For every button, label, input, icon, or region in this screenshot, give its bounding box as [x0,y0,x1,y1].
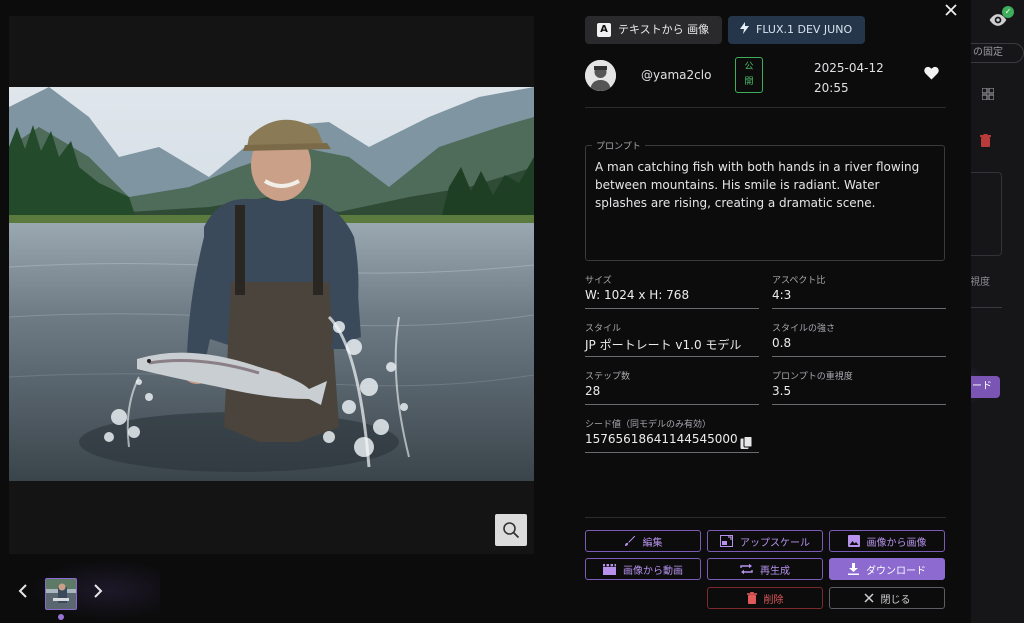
trash-icon [746,592,757,604]
magnifier-icon [503,522,520,539]
model-chip: FLUX.1 DEV JUNO [728,16,865,44]
close-icon [863,593,874,603]
prompt-text: A man catching fish with both hands in a… [595,160,920,210]
regenerate-label: 再生成 [760,565,790,577]
background-field-label: 視度 [970,277,990,288]
edit-label: 編集 [642,537,663,549]
divider [585,107,946,108]
divider [585,517,946,518]
repeat-icon [740,563,753,575]
regenerate-button[interactable]: 再生成 [707,558,823,580]
delete-label: 削除 [763,594,784,606]
check-icon: ✓ [1002,6,1014,18]
guidance-field: プロンプトの重視度 3.5 [772,369,946,405]
edit-button[interactable]: 編集 [585,530,701,552]
bolt-icon [740,16,749,44]
chevron-right-icon [94,584,103,598]
guidance-label: プロンプトの重視度 [772,372,853,382]
size-field: サイズ W: 1024 x H: 768 [585,273,759,309]
steps-field: ステップ数 28 [585,369,759,405]
delete-button[interactable]: 削除 [707,587,823,609]
style-value: JP ポートレート v1.0 モデル [585,338,742,352]
thumb-indicator [58,614,64,620]
size-value: W: 1024 x H: 768 [585,288,690,302]
style-label: スタイル [585,324,622,334]
image-to-image-label: 画像から画像 [866,537,927,549]
pin-toggle[interactable]: の固定 [962,43,1024,63]
image-to-video-button[interactable]: 画像から動画 [585,558,701,580]
image-to-image-button[interactable]: 画像から画像 [829,530,945,552]
steps-label: ステップ数 [585,372,631,382]
brush-icon [624,535,635,546]
grid-icon[interactable] [981,87,995,104]
style-strength-field: スタイルの強さ 0.8 [772,321,946,357]
trash-icon[interactable] [980,134,991,151]
avatar[interactable] [585,60,616,91]
created-date: 2025-04-12 20:55 [814,61,884,95]
download-button[interactable]: ダウンロード [829,558,945,580]
steps-value: 28 [585,384,601,398]
visibility-badge: 公 開 [735,57,763,93]
background-button[interactable]: ード [966,376,1000,398]
zoom-button[interactable] [495,514,527,546]
style-strength-value: 0.8 [772,336,792,350]
style-field: スタイル JP ポートレート v1.0 モデル [585,321,759,357]
seed-field: シード値（同モデルのみ有効） 15765618641144545000 [585,417,759,453]
chevron-left-icon [18,584,27,598]
image-viewer [9,16,534,554]
image-detail-modal: A テキストから 画像 FLUX.1 DEV JUNO @yama2clo 公 … [0,0,971,623]
download-icon [848,563,859,575]
style-strength-label: スタイルの強さ [772,324,836,334]
prev-image-button[interactable] [15,583,31,605]
seed-label: シード値（同モデルのみ有効） [585,420,712,430]
visibility-eye-icon[interactable]: ✓ [988,6,1014,32]
upscale-button[interactable]: アップスケール [707,530,823,552]
generated-image [9,87,534,481]
image-thumbnail[interactable] [45,578,77,610]
aspect-ratio-field: アスペクト比 4:3 [772,273,946,309]
size-label: サイズ [585,276,612,286]
seed-value: 15765618641144545000 [585,432,738,446]
guidance-value: 3.5 [772,384,792,398]
divider [968,307,1002,308]
aspect-ratio-label: アスペクト比 [772,276,826,286]
generation-mode-chip: A テキストから 画像 [585,16,722,44]
download-label: ダウンロード [866,565,926,577]
close-label: 閉じる [880,594,911,606]
copy-icon[interactable] [740,435,754,449]
upscale-icon [720,535,733,547]
model-label: FLUX.1 DEV JUNO [756,23,853,36]
prompt-label: プロンプト [592,139,645,152]
favorite-heart-icon[interactable] [923,66,939,82]
image-icon [847,535,860,547]
generation-mode-label: テキストから 画像 [618,23,710,36]
clapperboard-icon [603,563,616,575]
background-textarea[interactable] [968,172,1002,256]
image-to-video-label: 画像から動画 [623,565,683,577]
text-badge-icon: A [597,23,611,37]
close-modal-icon[interactable] [943,3,959,19]
aspect-ratio-value: 4:3 [772,288,792,302]
close-button[interactable]: 閉じる [829,587,945,609]
username-link[interactable]: @yama2clo [641,68,711,82]
upscale-label: アップスケール [740,537,810,549]
next-image-button[interactable] [90,583,106,605]
